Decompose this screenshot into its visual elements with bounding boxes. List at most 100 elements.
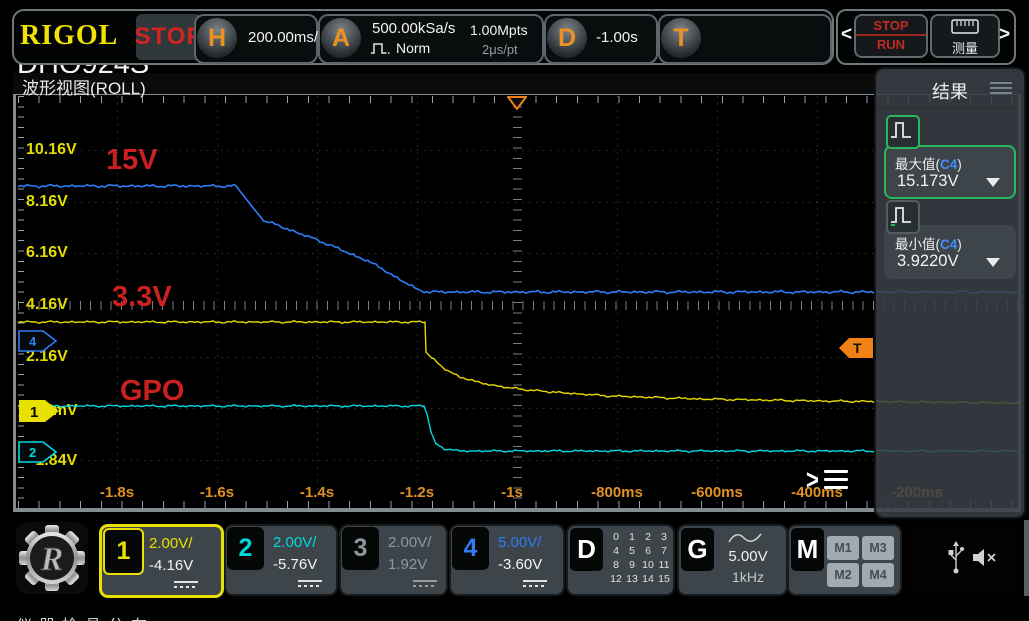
math4-button[interactable]: M4 [862,563,894,587]
window-title-strip [13,73,1021,94]
run-label: RUN [876,37,906,52]
channel2-offset: -5.76V [273,556,318,573]
divider [878,107,1018,108]
channel2-scale: 2.00V/ [273,534,317,551]
acquisition-group[interactable]: A 500.00kSa/s 1.00Mpts Norm 2μs/pt [318,14,544,64]
channel1-widget[interactable]: 1 2.00V/ -4.16V [99,524,224,598]
channel1-position-marker[interactable]: 1 [18,399,60,423]
stop-run-button[interactable]: STOP RUN [854,14,928,58]
measure-button[interactable]: 测量 [930,14,1000,58]
delay-value: -1.00s [596,29,638,46]
trigger-group[interactable]: T [658,14,832,64]
math-widget[interactable]: M M1 M3 M2 M4 [787,524,902,596]
channel2-widget[interactable]: 2 2.00V/ -5.76V [224,524,338,596]
channel2-number: 2 [227,527,264,570]
d-knob-icon[interactable]: D [547,18,587,58]
chevron-right-icon: > [806,463,819,495]
svg-text:T: T [853,340,862,356]
digital-label: D [570,528,603,571]
horizontal-timebase-group[interactable]: H 200.00ms/ [194,14,318,64]
measurement1-icon[interactable] [886,115,920,149]
clipped-footer-text: 仪器检具分布 [16,612,236,621]
dc-coupling-icon [523,580,547,587]
channel3-number: 3 [342,527,379,570]
gear-icon: R [16,522,88,594]
t-knob-icon[interactable]: T [661,18,701,58]
generator-widget[interactable]: G 5.00V 1kHz [677,524,788,596]
measurement2-label: 最小值 [895,237,936,252]
math-label: M [791,528,824,571]
trigger-level-marker[interactable]: T [838,337,874,359]
generator-label: G [681,528,714,571]
timebase-value: 200.00ms/ [248,29,319,46]
delay-group[interactable]: D -1.00s [544,14,658,64]
h-knob-icon[interactable]: H [197,18,237,58]
time-per-point: 2μs/pt [482,42,518,57]
sine-wave-icon [728,533,762,543]
svg-text:4: 4 [29,334,37,349]
generator-frequency: 1kHz [732,569,764,585]
sample-rate: 500.00kSa/s [372,20,456,37]
x-axis-label: -1s [501,484,523,501]
stop-label: STOP [856,16,926,36]
measurement1-value: 15.173V [897,172,959,190]
speaker-muted-icon[interactable] [971,546,999,570]
ruler-icon [951,19,979,34]
y-axis-label: 6.16V [26,244,68,261]
svg-text:2: 2 [29,445,36,460]
pulse-stat-icon [891,207,911,226]
toolbar-quick-controls: < STOP RUN 测量 > [836,9,1016,65]
dc-coupling-icon [174,581,198,588]
digital-bits-grid: 0123 4567 8 9 10 11 12 13 14 15 [610,531,670,585]
pulse-stat-icon [891,122,911,138]
channel4-number: 4 [452,527,489,570]
prev-page-chevron[interactable]: < [841,24,852,46]
right-edge-strip [1024,520,1029,596]
math2-button[interactable]: M2 [827,563,859,587]
y-axis-label: 10.16V [26,141,77,158]
channel2-position-marker[interactable]: 2 [18,441,58,463]
pulse-waveform-icon [371,43,391,54]
measurement1-card[interactable]: 最大值(C4) 15.173V [884,145,1016,199]
plot-border-bottom [13,508,1021,512]
measurement2-dropdown-caret[interactable] [986,258,1000,267]
window-title: 波形视图(ROLL) [22,79,146,98]
x-axis-label: -600ms [691,484,743,501]
measurement2-source: C4 [940,237,958,252]
measurement1-dropdown-caret[interactable] [986,178,1000,187]
measure-label: 测量 [951,41,978,56]
expand-menu-icon[interactable]: > [806,463,852,495]
rail-annotation-gpo: GPO [120,375,185,407]
trigger-position-marker[interactable] [507,96,527,110]
edge-ticks-bottom [18,501,1018,508]
channel4-offset: -3.60V [498,556,543,573]
top-status-bar: STOP H 200.00ms/ A 500.00kSa/s 1.00Mpts … [12,9,834,65]
rigol-gear-logo[interactable]: R [16,522,88,594]
channel3-widget[interactable]: 3 2.00V/ 1.92V [339,524,448,596]
x-axis-label: -1.8s [99,484,135,501]
dc-coupling-icon [298,580,322,587]
measurement2-icon[interactable] [886,200,920,234]
usb-icon [948,541,964,574]
x-axis-label: -800ms [591,484,643,501]
channel4-widget[interactable]: 4 5.00V/ -3.60V [449,524,565,596]
acq-mode: Norm [396,40,431,56]
digital-channels-widget[interactable]: D 0123 4567 8 9 10 11 12 13 14 15 [566,524,675,596]
next-page-chevron[interactable]: > [999,24,1010,46]
channel1-scale: 2.00V/ [149,535,193,552]
dc-coupling-icon [413,580,437,587]
a-knob-icon[interactable]: A [321,18,361,58]
status-icons-box [905,524,1021,592]
rail-annotation-15v: 15V [106,144,158,176]
memory-depth: 1.00Mpts [470,22,528,38]
math1-button[interactable]: M1 [827,536,859,560]
channel4-position-marker[interactable]: 4 [18,330,58,352]
x-axis-label: -1.6s [199,484,235,501]
measurement2-value: 3.9220V [897,252,959,270]
x-axis-label: -1.4s [299,484,335,501]
rail-annotation-3v3: 3.3V [112,281,172,313]
channel4-scale: 5.00V/ [498,534,542,551]
acquisition-status-badge[interactable]: STOP [135,14,202,60]
math3-button[interactable]: M3 [862,536,894,560]
channel3-scale: 2.00V/ [388,534,432,551]
